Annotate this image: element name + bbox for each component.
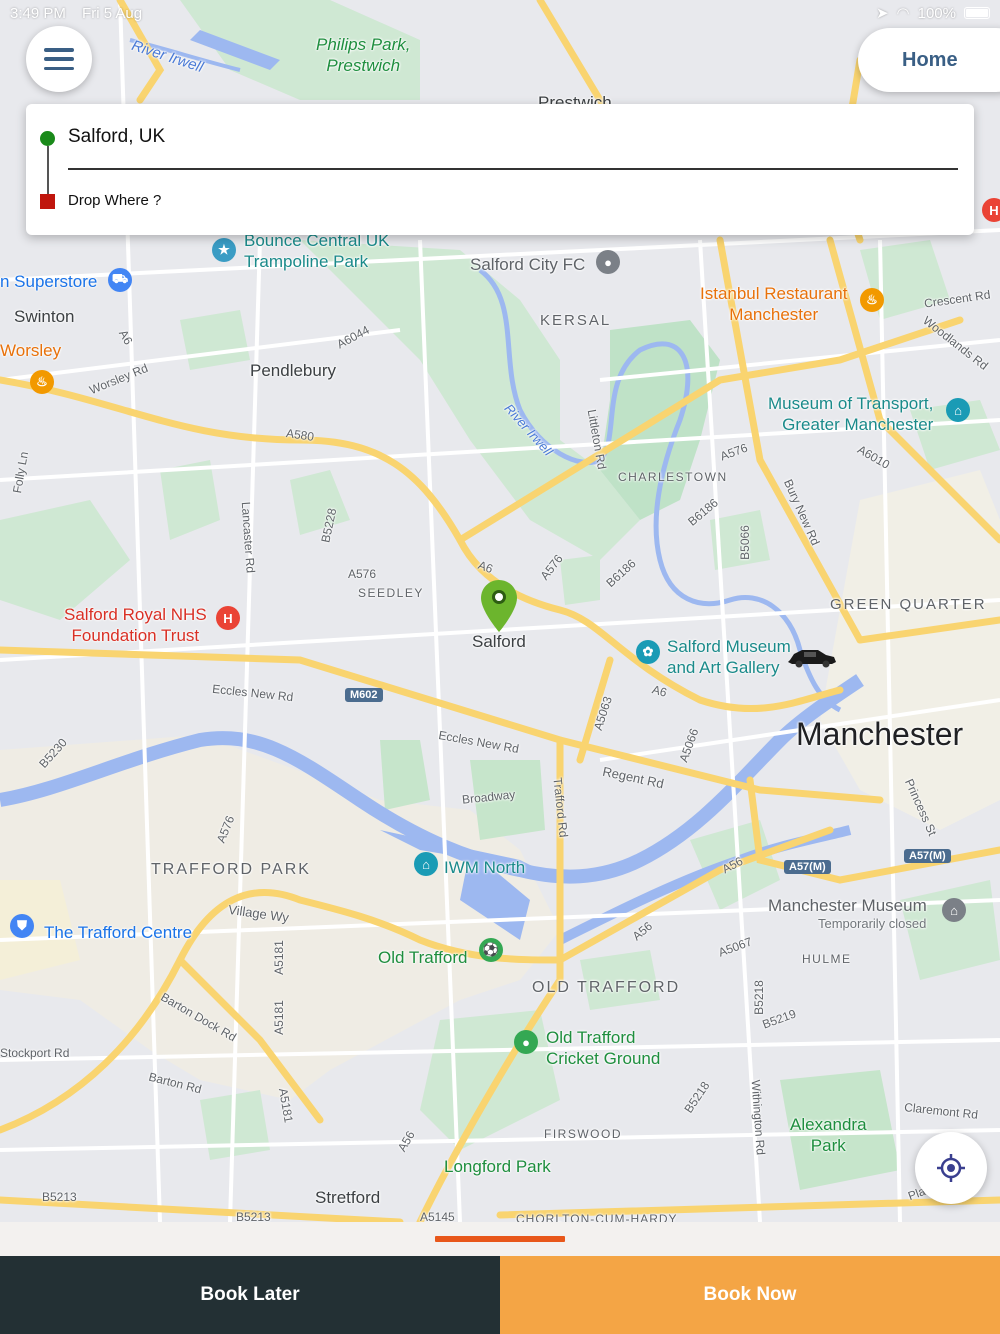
label-old-trafford-cricket: Old Trafford Cricket Ground bbox=[546, 1028, 661, 1069]
drag-handle[interactable] bbox=[435, 1236, 565, 1242]
label-chorlton: CHORLTON-CUM-HARDY bbox=[516, 1212, 678, 1222]
hamburger-icon bbox=[44, 48, 74, 70]
label-superstore: n Superstore bbox=[0, 272, 98, 291]
label-old-trafford: Old Trafford bbox=[378, 948, 468, 967]
label-salford-museum: Salford Museum and Art Gallery bbox=[667, 637, 791, 678]
book-later-button[interactable]: Book Later bbox=[0, 1256, 500, 1334]
restaurant-icon[interactable]: ♨ bbox=[860, 288, 884, 312]
stadium-icon[interactable]: ⚽ bbox=[479, 938, 503, 962]
label-pendlebury: Pendlebury bbox=[250, 361, 337, 380]
pickup-field[interactable]: Salford, UK bbox=[68, 126, 165, 148]
label-longford-park: Longford Park bbox=[444, 1157, 551, 1176]
label-museum-of-transport: Museum of Transport, Greater Manchester bbox=[768, 394, 934, 435]
locate-me-button[interactable] bbox=[915, 1132, 987, 1204]
label-salford-pin: Salford bbox=[472, 632, 526, 651]
shield-a57m-e: A57(M) bbox=[904, 849, 951, 863]
bottom-sheet-handle-area[interactable] bbox=[0, 1222, 1000, 1256]
route-connector bbox=[46, 146, 49, 194]
label-salford-royal: Salford Royal NHS Foundation Trust bbox=[64, 605, 207, 646]
hospital-icon-ne[interactable]: H bbox=[982, 198, 1000, 222]
battery-icon bbox=[964, 7, 990, 19]
shopping-cart-icon[interactable]: ⛟ bbox=[108, 268, 132, 292]
cricket-ground-icon[interactable]: ● bbox=[514, 1030, 538, 1054]
wifi-icon: ◠ bbox=[896, 5, 910, 22]
label-old-trafford-district: OLD TRAFFORD bbox=[532, 979, 681, 996]
label-trafford-centre: The Trafford Centre bbox=[44, 923, 193, 942]
label-istanbul-restaurant: Istanbul Restaurant Manchester bbox=[700, 284, 848, 325]
label-bounce-central: Bounce Central UK Trampoline Park bbox=[244, 231, 390, 272]
label-green-quarter: GREEN QUARTER bbox=[830, 596, 987, 613]
label-a5181-s: A5181 bbox=[271, 1000, 286, 1035]
crosshair-icon bbox=[937, 1154, 965, 1182]
menu-button[interactable] bbox=[26, 26, 92, 92]
gallery-icon[interactable]: ✿ bbox=[636, 640, 660, 664]
battery-percent: 100% bbox=[917, 4, 956, 22]
status-bar: 3:49 PM Fri 5 Aug ➤ ◠ 100% bbox=[0, 0, 1000, 26]
hospital-icon[interactable]: H bbox=[216, 606, 240, 630]
label-swinton: Swinton bbox=[14, 307, 75, 326]
label-manchester: Manchester bbox=[796, 716, 964, 752]
stadium-pin-icon[interactable]: ● bbox=[596, 250, 620, 274]
map-pin-icon[interactable] bbox=[481, 580, 517, 632]
label-salford-city-fc: Salford City FC bbox=[470, 255, 586, 274]
trampoline-park-icon[interactable]: ★ bbox=[212, 238, 236, 262]
pickup-divider bbox=[68, 168, 958, 170]
label-kersal: KERSAL bbox=[540, 312, 612, 329]
pickup-dot-icon bbox=[40, 131, 55, 146]
label-firswood: FIRSWOOD bbox=[544, 1127, 622, 1141]
status-time: 3:49 PM bbox=[10, 4, 66, 22]
home-button[interactable]: Home bbox=[858, 28, 1000, 92]
dropoff-square-icon bbox=[40, 194, 55, 209]
label-b5213-s: B5213 bbox=[236, 1210, 271, 1222]
label-manchester-museum: Manchester Museum bbox=[768, 896, 927, 915]
label-philips-park: Philips Park, Prestwich bbox=[316, 35, 411, 76]
label-b5066: B5066 bbox=[737, 525, 752, 560]
label-charlestown: CHARLESTOWN bbox=[618, 470, 728, 484]
restaurant-icon-west[interactable]: ♨ bbox=[30, 370, 54, 394]
shield-a57m-w: A57(M) bbox=[784, 860, 831, 874]
label-temporarily-closed: Temporarily closed bbox=[818, 916, 927, 931]
label-trafford-park: TRAFFORD PARK bbox=[151, 861, 311, 878]
shield-m602: M602 bbox=[345, 688, 383, 702]
label-b5213-w: B5213 bbox=[42, 1190, 77, 1204]
label-a5145: A5145 bbox=[420, 1210, 455, 1222]
location-card: Salford, UK Drop Where ? bbox=[26, 104, 974, 235]
label-hulme: HULME bbox=[802, 952, 852, 966]
label-a5181-n: A5181 bbox=[271, 940, 286, 975]
label-worsley: Worsley bbox=[0, 341, 62, 360]
iwm-museum-icon[interactable]: ⌂ bbox=[414, 852, 438, 876]
label-stretford: Stretford bbox=[315, 1188, 381, 1207]
app-screen: River Irwell Philips Park, Prestwich Pre… bbox=[0, 0, 1000, 1334]
status-date: Fri 5 Aug bbox=[82, 4, 143, 22]
label-iwm-north: IWM North bbox=[444, 858, 526, 877]
label-seedley: SEEDLEY bbox=[358, 586, 424, 600]
location-arrow-icon: ➤ bbox=[875, 5, 889, 22]
label-stock-rd: Stockport Rd bbox=[0, 1046, 70, 1060]
museum-closed-icon[interactable]: ⌂ bbox=[942, 898, 966, 922]
car-icon bbox=[788, 650, 836, 668]
dropoff-field[interactable]: Drop Where ? bbox=[68, 192, 161, 209]
shopping-bag-icon[interactable]: ⛊ bbox=[10, 914, 34, 938]
label-b5218: B5218 bbox=[751, 980, 766, 1015]
label-alexandra-park: Alexandra Park bbox=[790, 1115, 867, 1156]
museum-icon[interactable]: ⌂ bbox=[946, 398, 970, 422]
label-a576-sw: A576 bbox=[348, 567, 377, 581]
book-now-button[interactable]: Book Now bbox=[500, 1256, 1000, 1334]
